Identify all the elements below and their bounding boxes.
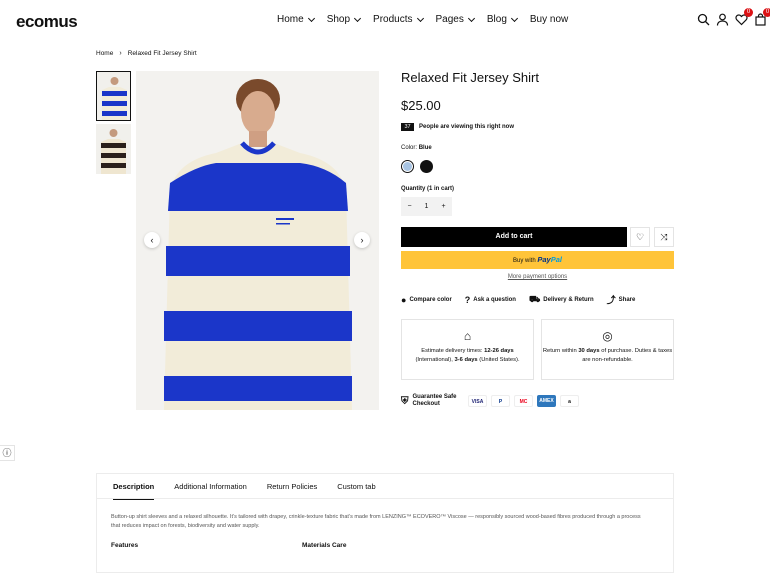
chevron-down-icon: [354, 14, 362, 22]
color-label: Color: Blue: [401, 145, 432, 151]
selected-color: Blue: [418, 145, 432, 151]
search-icon[interactable]: [697, 13, 710, 26]
info-side-toggle[interactable]: ⓘ: [0, 445, 15, 461]
materials-care-heading: Materials Care: [302, 542, 347, 549]
chevron-down-icon: [467, 14, 475, 22]
compare-button[interactable]: ⤨: [654, 227, 674, 247]
thumbnail-blue[interactable]: [96, 71, 131, 121]
payment-cards: VISA P MC AMEX a: [468, 395, 579, 407]
compare-arrows-icon: ⤨: [660, 232, 668, 242]
visa-icon: VISA: [468, 395, 487, 407]
breadcrumb-home[interactable]: Home: [96, 50, 113, 57]
thumbnail-black[interactable]: [96, 124, 131, 174]
product-tabs-section: Description Additional Information Retur…: [96, 473, 674, 573]
nav-item-products[interactable]: Products: [373, 14, 424, 25]
shield-check-icon: ⛨: [401, 395, 409, 407]
question-icon: ?: [464, 294, 471, 305]
features-heading: Features: [111, 542, 139, 549]
mastercard-icon: MC: [514, 395, 533, 407]
nav-item-pages[interactable]: Pages: [436, 14, 475, 25]
color-swatch-blue-fill: [403, 162, 412, 171]
cart-count-badge: 0: [763, 8, 770, 17]
chevron-down-icon: [416, 14, 424, 22]
description-text: Button-up shirt sleeves and a relaxed si…: [111, 514, 641, 529]
compare-color-link[interactable]: ● Compare color: [401, 293, 452, 306]
viewers-text: People are viewing this right now: [419, 124, 515, 130]
product-price: $25.00: [401, 98, 441, 113]
paypal-logo: PayPal: [537, 255, 562, 264]
product-title: Relaxed Fit Jersey Shirt: [401, 70, 539, 85]
share-icon: ⤴: [606, 295, 616, 305]
delivery-return-link[interactable]: ⛟ Delivery & Return: [529, 293, 594, 306]
return-icon: ◎: [602, 329, 613, 343]
ask-question-link[interactable]: ? Ask a question: [465, 293, 516, 306]
quantity-input[interactable]: 1: [418, 203, 435, 210]
add-to-cart-button[interactable]: Add to cart: [401, 227, 627, 247]
cart-icon[interactable]: 0: [754, 8, 770, 26]
color-swatch-black[interactable]: [420, 160, 433, 173]
main-nav: Home Shop Products Pages Blog Buy now: [277, 14, 581, 25]
header-icons: 0 0: [697, 8, 770, 26]
viewers-count-badge: 37: [401, 123, 414, 131]
amex-icon: AMEX: [537, 395, 556, 407]
chevron-down-icon: [307, 14, 315, 22]
nav-item-home[interactable]: Home: [277, 14, 315, 25]
quantity-minus-button[interactable]: −: [401, 203, 418, 210]
site-logo[interactable]: ecomus: [16, 12, 78, 32]
breadcrumb: Home › Relaxed Fit Jersey Shirt: [96, 50, 197, 57]
prev-image-arrow[interactable]: ‹: [144, 232, 160, 248]
breadcrumb-current: Relaxed Fit Jersey Shirt: [127, 50, 197, 57]
nav-item-buy-now[interactable]: Buy now: [530, 14, 568, 25]
quantity-plus-button[interactable]: +: [435, 203, 452, 210]
more-payment-options-link[interactable]: More payment options: [401, 274, 674, 280]
palette-icon: ●: [401, 294, 407, 305]
product-actions: ● Compare color ? Ask a question ⛟ Delivery…: [401, 293, 635, 306]
account-icon[interactable]: [716, 13, 729, 26]
nav-item-shop[interactable]: Shop: [327, 14, 362, 25]
tab-divider: [97, 498, 673, 499]
paypal-icon: P: [491, 395, 510, 407]
chevron-right-icon: ›: [119, 50, 122, 57]
heart-icon: ♡: [635, 232, 645, 242]
site-header: ecomus Home Shop Products Pages Blog Buy…: [0, 0, 770, 38]
product-main-image[interactable]: [136, 71, 379, 410]
info-icon: ⓘ: [2, 448, 12, 458]
shipping-box-icon: ⌂: [463, 329, 472, 343]
wishlist-button[interactable]: ♡: [630, 227, 650, 247]
share-link[interactable]: ⤴ Share: [607, 293, 636, 306]
guarantee-safe-checkout: ⛨ Guarantee Safe Checkout: [401, 394, 457, 407]
quantity-stepper: − 1 +: [401, 197, 452, 216]
truck-icon: ⛟: [528, 293, 541, 304]
paypal-buy-with-text: Buy with: [513, 258, 536, 264]
wishlist-count-badge: 0: [744, 8, 753, 17]
amazon-icon: a: [560, 395, 579, 407]
paypal-button[interactable]: Buy with PayPal: [401, 251, 674, 269]
chevron-down-icon: [510, 14, 518, 22]
next-image-arrow[interactable]: ›: [354, 232, 370, 248]
nav-item-blog[interactable]: Blog: [487, 14, 518, 25]
delivery-info-box: ⌂ Estimate delivery times: 12-26 days (I…: [401, 319, 534, 380]
wishlist-icon[interactable]: 0: [735, 8, 753, 26]
color-swatch-blue[interactable]: [401, 160, 414, 173]
quantity-label: Quantity (1 in cart): [401, 186, 455, 192]
return-info-box: ◎ Return within 30 days of purchase. Dut…: [541, 319, 674, 380]
